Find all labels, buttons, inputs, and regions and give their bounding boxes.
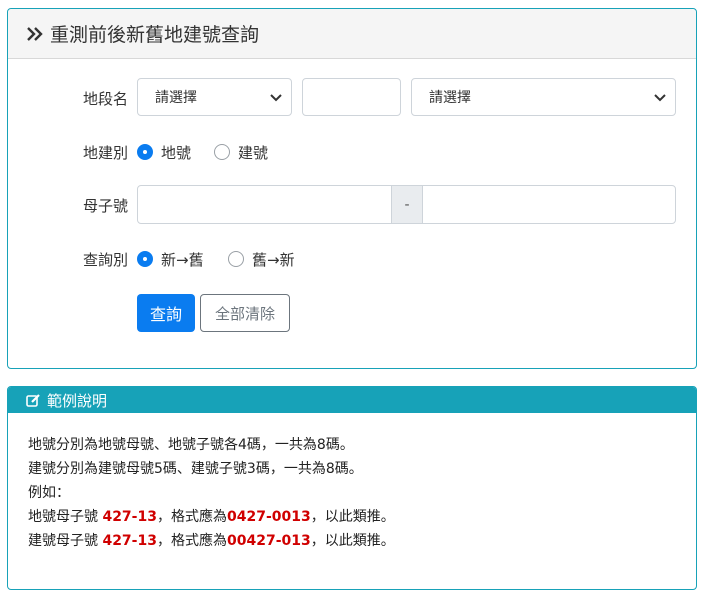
edit-icon [26, 393, 40, 407]
example-line-5: 建號母子號 427-13，格式應為00427-013，以此類推。 [28, 529, 696, 553]
direction-radio-old-new[interactable] [228, 251, 244, 267]
query-panel-title: 重測前後新舊地建號查詢 [50, 24, 260, 46]
section-label: 地段名 [82, 90, 128, 108]
query-panel-header: 重測前後新舊地建號查詢 [8, 9, 696, 59]
example-line-5-value: 427-13 [102, 533, 157, 549]
example-line-4-prefix: 地號母子號 [28, 509, 103, 525]
double-chevron-right-icon [27, 26, 43, 41]
example-line-5-suffix: ，以此類推。 [310, 533, 395, 549]
number-separator: - [391, 186, 423, 223]
example-panel-header: 範例說明 [8, 387, 696, 413]
section-select-2[interactable]: 請選擇 [411, 78, 676, 116]
direction-radio-new-old-label: 新→舊 [161, 251, 204, 269]
example-line-4-formatted: 0427-0013 [226, 509, 311, 525]
example-body: 地號分別為地號母號、地號子號各4碼，一共為8碼。 建號分別為建號母號5碼、建號子… [8, 413, 696, 553]
chevron-down-icon [654, 94, 666, 102]
example-line-4-value: 427-13 [102, 509, 157, 525]
clear-all-button[interactable]: 全部清除 [200, 294, 290, 332]
example-line-5-middle: ，格式應為 [156, 533, 227, 549]
direction-radio-new-old[interactable] [137, 251, 153, 267]
chevron-down-icon [270, 94, 282, 102]
section-select-2-value: 請選擇 [429, 90, 471, 106]
direction-radio-old-new-label: 舊→新 [252, 251, 295, 269]
number-input-group: - [137, 185, 676, 224]
example-line-1: 地號分別為地號母號、地號子號各4碼，一共為8碼。 [28, 437, 354, 453]
section-code-input[interactable] [302, 78, 401, 116]
direction-label: 查詢別 [82, 251, 128, 269]
type-radio-building-label: 建號 [238, 144, 269, 162]
child-number-input[interactable] [423, 186, 675, 223]
example-line-5-prefix: 建號母子號 [28, 533, 103, 549]
query-button[interactable]: 查詢 [137, 294, 195, 332]
type-radio-land-label: 地號 [161, 144, 192, 162]
example-panel: 範例說明 地號分別為地號母號、地號子號各4碼，一共為8碼。 建號分別為建號母號5… [7, 386, 697, 590]
example-line-4-middle: ，格式應為 [156, 509, 227, 525]
example-line-4: 地號母子號 427-13，格式應為0427-0013，以此類推。 [28, 505, 696, 529]
example-panel-title: 範例說明 [47, 391, 108, 410]
example-line-4-suffix: ，以此類推。 [310, 509, 395, 525]
type-radio-land[interactable] [137, 144, 153, 160]
example-line-3: 例如： [28, 485, 70, 501]
section-select-1[interactable]: 請選擇 [137, 78, 292, 116]
example-line-2: 建號分別為建號母號5碼、建號子號3碼，一共為8碼。 [28, 461, 363, 477]
section-select-1-value: 請選擇 [155, 90, 197, 106]
parent-number-input[interactable] [138, 186, 391, 223]
type-radio-building[interactable] [214, 144, 230, 160]
example-line-5-formatted: 00427-013 [226, 533, 311, 549]
type-label: 地建別 [82, 144, 128, 162]
number-label: 母子號 [82, 197, 128, 215]
